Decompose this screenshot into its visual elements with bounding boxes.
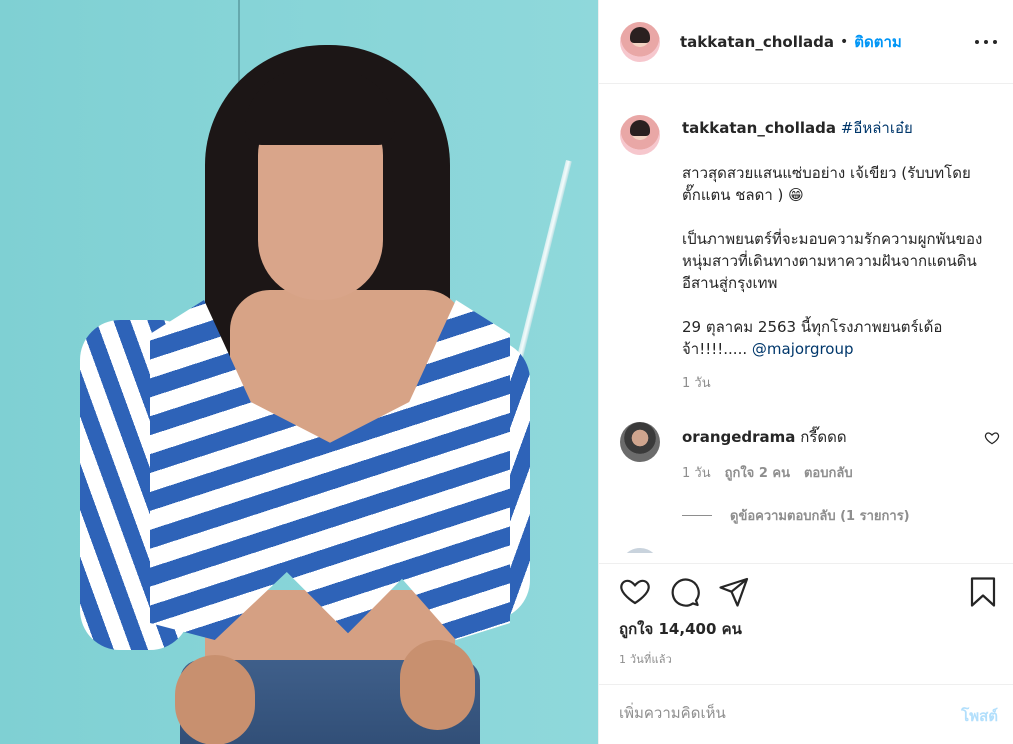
comment-text-line: orangedrama กรี๊ดดด: [682, 425, 847, 449]
comment-likes[interactable]: ถูกใจ 2 คน: [725, 462, 790, 483]
post-side-panel: takkatan_chollada • ติดตาม takkatan_chol…: [598, 0, 1013, 744]
replies-divider: [682, 515, 712, 516]
post-actions: ถูกใจ 14,400 คน 1 วันที่แล้ว: [599, 563, 1013, 673]
comment-meta: 1 วัน ถูกใจ 2 คน ตอบกลับ: [682, 462, 853, 483]
caption-mention[interactable]: @majorgroup: [752, 340, 854, 358]
next-comment-avatar[interactable]: [620, 548, 660, 553]
photo-hand-right: [400, 640, 475, 730]
comment-text: กรี๊ดดด: [800, 428, 847, 446]
paper-plane-icon[interactable]: [718, 576, 750, 608]
header-separator: •: [839, 33, 849, 50]
comment-input[interactable]: [619, 701, 939, 725]
caption-username[interactable]: takkatan_chollada: [682, 119, 836, 137]
photo-hand-left: [175, 655, 255, 744]
follow-button[interactable]: ติดตาม: [854, 30, 902, 54]
comment-reply-button[interactable]: ตอบกลับ: [804, 462, 853, 483]
heart-icon[interactable]: [619, 576, 651, 608]
comment-icon[interactable]: [669, 576, 701, 608]
commenter-username[interactable]: orangedrama: [682, 428, 795, 446]
commenter-avatar[interactable]: [620, 422, 660, 462]
comment-heart-icon[interactable]: [984, 430, 1000, 446]
caption-avatar[interactable]: [620, 115, 660, 155]
likes-count[interactable]: ถูกใจ 14,400 คน: [619, 617, 742, 641]
bookmark-icon[interactable]: [967, 576, 999, 608]
author-avatar[interactable]: [620, 21, 660, 62]
caption-body: takkatan_chollada #อีหล่าเอ๋ย สาวสุดสวยแ…: [682, 117, 1002, 395]
action-icons: [619, 576, 999, 610]
posted-time[interactable]: 1 วันที่แล้ว: [619, 650, 672, 668]
add-comment-bar: โพสต์: [599, 684, 1013, 744]
comment-time[interactable]: 1 วัน: [682, 462, 711, 483]
caption-paragraph-1: สาวสุดสวยแสนแซ่บอย่าง เจ้เขียว (รับบทโดย…: [682, 164, 971, 204]
caption-hashtag[interactable]: #อีหล่าเอ๋ย: [841, 119, 913, 137]
caption-paragraph-2: เป็นภาพยนตร์ที่จะมอบความรักความผูกพันของ…: [682, 230, 983, 292]
comment-item: orangedrama กรี๊ดดด 1 วัน ถูกใจ 2 คน ตอบ…: [620, 422, 1000, 542]
caption-time[interactable]: 1 วัน: [682, 373, 1002, 395]
post-comment-button[interactable]: โพสต์: [961, 704, 998, 728]
caption-paragraph-3: 29 ตุลาคม 2563 นี้ทุกโรงภาพยนตร์เด้อจ้า!…: [682, 316, 1002, 360]
view-replies-button[interactable]: ดูข้อความตอบกลับ (1 รายการ): [682, 505, 910, 526]
comments-list[interactable]: takkatan_chollada #อีหล่าเอ๋ย สาวสุดสวยแ…: [599, 85, 1013, 553]
author-username[interactable]: takkatan_chollada: [680, 33, 834, 51]
more-options-icon[interactable]: [975, 31, 997, 53]
post-header: takkatan_chollada • ติดตาม: [599, 0, 1013, 84]
post-photo[interactable]: [0, 0, 598, 744]
view-replies-label: ดูข้อความตอบกลับ (1 รายการ): [730, 509, 910, 524]
